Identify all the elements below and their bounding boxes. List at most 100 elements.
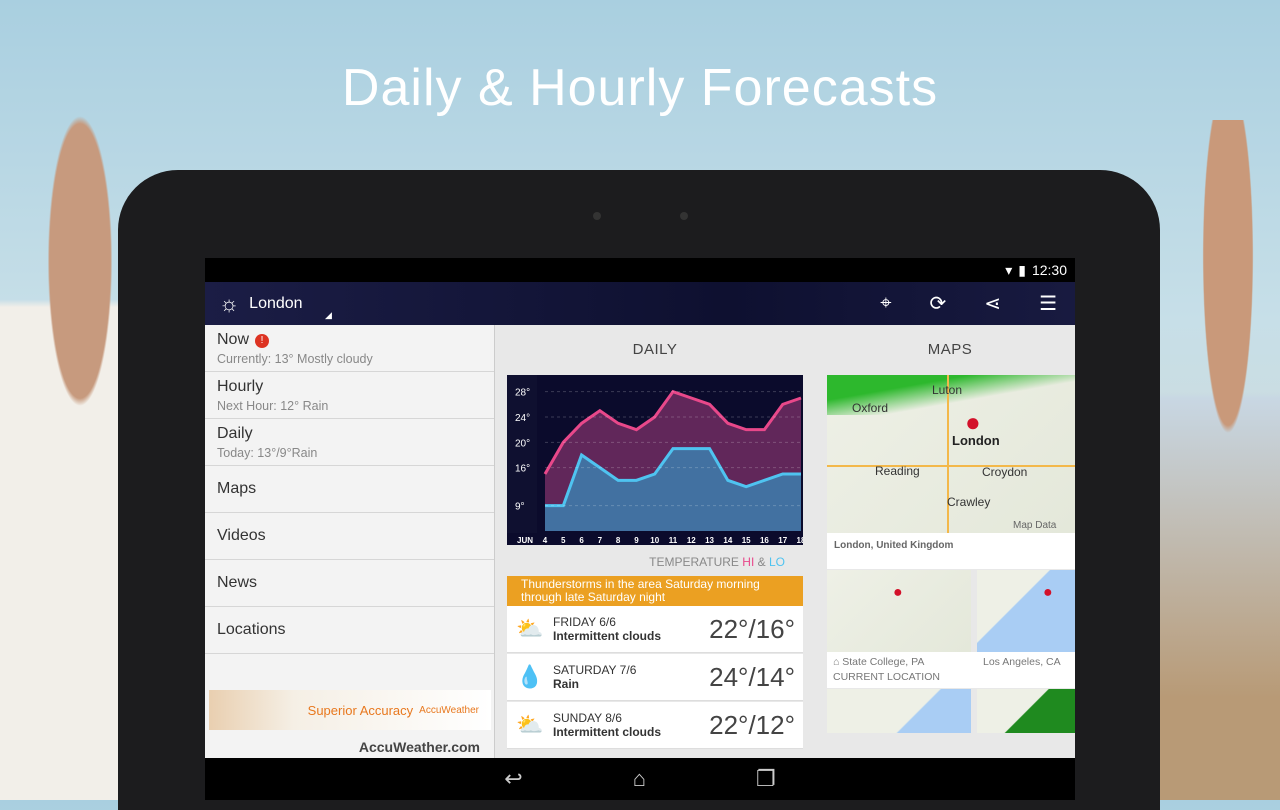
- refresh-icon[interactable]: ⟳: [930, 291, 947, 316]
- legend-amp: &: [757, 555, 766, 569]
- crosshair-icon[interactable]: ⌖: [880, 292, 891, 315]
- card-title: State College, PA: [842, 656, 925, 668]
- map-label: Reading: [875, 464, 920, 478]
- item-title: Maps: [217, 480, 257, 497]
- share-icon[interactable]: ⋖: [984, 291, 1001, 316]
- x-tick-label: 11: [669, 536, 678, 545]
- item-title: Daily: [217, 424, 253, 442]
- map-caption: London, United Kingdom: [827, 533, 1075, 569]
- map-label: Luton: [932, 383, 963, 397]
- day-temp: 22°/16°: [709, 613, 795, 644]
- item-sub: Next Hour: 12° Rain: [217, 398, 329, 413]
- rain-icon: 💧: [516, 664, 544, 689]
- maps-header[interactable]: MAPS: [825, 325, 1075, 375]
- app-screen: ▾ ▮ 12:30 ☼ London ◢ ⌖ ⟳ ⋖ ☰ Now! Current…: [205, 258, 1075, 800]
- map-label: Oxford: [852, 401, 889, 415]
- road: [827, 465, 1075, 467]
- status-bar: ▾ ▮ 12:30: [205, 258, 1075, 282]
- partly-cloudy-icon: ⛅: [516, 616, 544, 641]
- alert-icon: !: [255, 333, 270, 348]
- sidebar-item-news[interactable]: News: [205, 560, 494, 607]
- camera: [680, 212, 688, 220]
- ad-brand: AccuWeather: [419, 704, 479, 716]
- sidebar-item-locations[interactable]: Locations: [205, 607, 494, 654]
- sidebar-item-videos[interactable]: Videos: [205, 513, 494, 560]
- partly-cloudy-icon: ⛅: [516, 712, 544, 737]
- item-title: Locations: [217, 621, 286, 638]
- clock: 12:30: [1031, 262, 1067, 278]
- x-tick-label: 7: [598, 536, 603, 545]
- sidebar-item-maps[interactable]: Maps: [205, 466, 494, 513]
- day-row[interactable]: ⛅ FRIDAY 6/6 Intermittent clouds 22°/16°: [507, 606, 803, 653]
- map-london[interactable]: Luton Oxford London Reading Croydon Craw…: [827, 375, 1075, 533]
- dropdown-triangle-icon[interactable]: ◢: [325, 310, 332, 321]
- day-name: SUNDAY 8/6: [553, 711, 622, 725]
- maps-column: MAPS: [825, 325, 1075, 375]
- card-title: Los Angeles, CA: [983, 656, 1061, 668]
- chart-legend: TEMPERATURE HI & LO: [507, 550, 803, 574]
- sidebar-item-now[interactable]: Now! Currently: 13° Mostly cloudy: [205, 325, 494, 372]
- headline: Daily & Hourly Forecasts: [341, 59, 939, 117]
- location-dropdown[interactable]: London: [249, 295, 302, 313]
- recents-icon[interactable]: ❐: [756, 766, 776, 792]
- sidebar-item-daily[interactable]: Daily Today: 13°/9°Rain: [205, 419, 494, 466]
- x-tick-label: 8: [616, 536, 621, 545]
- home-icon[interactable]: ⌂: [633, 766, 646, 792]
- wifi-icon: ▾: [1005, 261, 1013, 278]
- y-tick-label: 16°: [515, 464, 530, 475]
- accuweather-logo: AccuWeather.com: [358, 739, 480, 755]
- x-tick-label: 9: [634, 536, 639, 545]
- map-boston[interactable]: [977, 689, 1075, 733]
- home-icon: ⌂: [833, 656, 840, 668]
- weather-alert[interactable]: Thunderstorms in the area Saturday morni…: [507, 576, 803, 606]
- ad-banner[interactable]: Superior Accuracy AccuWeather: [209, 690, 491, 730]
- x-tick-label: 6: [579, 536, 584, 545]
- map-cards-captions: ⌂ State College, PA Los Angeles, CA CURRE…: [827, 652, 1075, 688]
- day-condition: Intermittent clouds: [553, 629, 662, 643]
- day-temp: 24°/14°: [709, 661, 795, 692]
- x-tick-label: 4: [543, 536, 548, 545]
- map-los-angeles[interactable]: ●: [977, 570, 1075, 652]
- map-new-york[interactable]: [827, 689, 971, 733]
- x-tick-label: 13: [705, 536, 714, 545]
- day-condition: Rain: [553, 677, 580, 691]
- x-tick-label: 12: [687, 536, 696, 545]
- y-tick-label: 20°: [515, 438, 530, 449]
- x-tick-label: 10: [650, 536, 659, 545]
- ad-text: Superior Accuracy: [307, 702, 414, 718]
- back-icon[interactable]: ↩: [504, 766, 522, 792]
- x-tick-label: 18: [797, 536, 803, 545]
- legend-lo: LO: [768, 555, 785, 569]
- sidebar-item-hourly[interactable]: Hourly Next Hour: 12° Rain: [205, 372, 494, 419]
- item-title: News: [217, 574, 258, 591]
- x-tick-label: 16: [760, 536, 769, 545]
- sun-icon: ☼: [219, 290, 240, 316]
- day-row[interactable]: ⛅ SUNDAY 8/6 Intermittent clouds 22°/12°: [507, 702, 803, 749]
- day-name: FRIDAY 6/6: [553, 615, 616, 629]
- card-sub: CURRENT LOCATION: [833, 671, 940, 683]
- legend-prefix: TEMPERATURE: [649, 555, 739, 569]
- road: [947, 375, 949, 533]
- app-bar: ☼ London ◢ ⌖ ⟳ ⋖ ☰: [205, 282, 1075, 325]
- map-pin-icon: ●: [965, 407, 981, 437]
- x-tick-label: 14: [723, 536, 732, 545]
- legend-hi: HI: [742, 555, 755, 569]
- sidebar-menu: Now! Currently: 13° Mostly cloudy Hourly N…: [205, 325, 495, 758]
- y-tick-label: 24°: [515, 413, 530, 424]
- item-title: Hourly: [217, 377, 264, 395]
- sensor: [593, 212, 601, 220]
- temperature-chart[interactable]: 28° 24° 20° 16° 9° JUN 4 5 6 7 8 9 10 11 12 13 14 15 16 17 1…: [507, 375, 803, 545]
- x-tick-label: 5: [561, 536, 566, 545]
- settings-sliders-icon[interactable]: ☰: [1039, 291, 1057, 316]
- item-sub: Today: 13°/9°Rain: [217, 445, 318, 460]
- x-month-label: JUN: [517, 536, 533, 545]
- day-row[interactable]: 💧 SATURDAY 7/6 Rain 24°/14°: [507, 654, 803, 701]
- daily-header[interactable]: DAILY: [497, 325, 813, 375]
- background-person-right: [1150, 120, 1280, 800]
- day-name: SATURDAY 7/6: [553, 663, 637, 677]
- map-state-college[interactable]: ●: [827, 570, 971, 652]
- day-condition: Intermittent clouds: [553, 725, 662, 739]
- y-tick-label: 9°: [515, 502, 525, 513]
- battery-icon: ▮: [1018, 261, 1026, 278]
- map-label: Map Data: [1013, 520, 1057, 531]
